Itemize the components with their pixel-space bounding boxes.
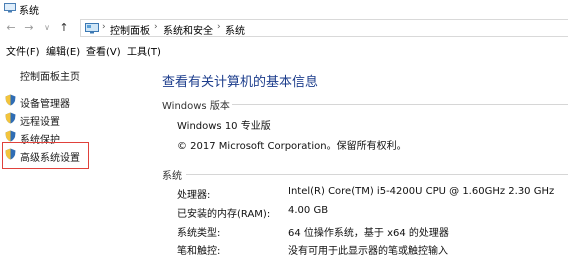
page-title: 查看有关计算机的基本信息 — [162, 75, 319, 90]
forward-arrow-icon[interactable]: → — [22, 21, 36, 35]
crumb-separator[interactable]: › — [154, 22, 158, 32]
control-panel-icon — [85, 23, 99, 34]
pen-touch-label: 笔和触控: — [177, 246, 221, 257]
up-arrow-icon[interactable]: ↑ — [57, 21, 71, 35]
shield-icon — [5, 94, 16, 106]
crumb-separator[interactable]: › — [217, 22, 221, 32]
crumb-separator[interactable]: › — [102, 22, 106, 32]
menu-view[interactable]: 查看(V) — [86, 43, 121, 58]
menu-edit[interactable]: 编辑(E) — [46, 43, 80, 58]
address-field[interactable]: › 控制面板 › 系统和安全 › 系统 — [80, 19, 568, 37]
back-arrow-icon[interactable]: ← — [4, 21, 18, 35]
address-bar: ← → ∨ ↑ › 控制面板 › 系统和安全 › 系统 — [0, 17, 568, 39]
recent-chevron-icon[interactable]: ∨ — [40, 21, 54, 35]
highlight-box — [2, 142, 89, 169]
copyright-text: © 2017 Microsoft Corporation。保留所有权利。 — [177, 141, 407, 152]
menu-tools[interactable]: 工具(T) — [127, 43, 161, 58]
breadcrumb-system-security[interactable]: 系统和安全 — [163, 22, 213, 37]
breadcrumb-system[interactable]: 系统 — [225, 22, 245, 37]
sidebar-item-remote-settings[interactable]: 远程设置 — [20, 113, 60, 128]
ram-label: 已安装的内存(RAM): — [177, 209, 271, 220]
sidebar-item-device-manager[interactable]: 设备管理器 — [20, 95, 70, 110]
system-type-label: 系统类型: — [177, 228, 221, 239]
breadcrumb-control-panel[interactable]: 控制面板 — [110, 22, 150, 37]
menu-file[interactable]: 文件(F) — [6, 43, 40, 58]
windows-edition: Windows 10 专业版 — [177, 121, 271, 132]
computer-icon — [4, 3, 16, 13]
section-divider — [232, 104, 568, 105]
shield-icon — [5, 130, 16, 142]
section-divider — [186, 174, 568, 175]
ram-value: 4.00 GB — [288, 205, 329, 216]
sidebar-control-panel-home[interactable]: 控制面板主页 — [20, 68, 80, 83]
windows-edition-heading: Windows 版本 — [162, 101, 230, 112]
system-heading: 系统 — [162, 171, 182, 182]
window-title: 系统 — [19, 6, 39, 17]
processor-value: Intel(R) Core(TM) i5-4200U CPU @ 1.60GHz… — [288, 186, 555, 197]
shield-icon — [5, 112, 16, 124]
menu-bar: 文件(F) 编辑(E) 查看(V) 工具(T) — [0, 40, 568, 58]
title-bar: 系统 — [0, 0, 568, 17]
system-type-value: 64 位操作系统，基于 x64 的处理器 — [288, 228, 449, 239]
processor-label: 处理器: — [177, 190, 211, 201]
pen-touch-value: 没有可用于此显示器的笔或触控输入 — [288, 246, 448, 257]
